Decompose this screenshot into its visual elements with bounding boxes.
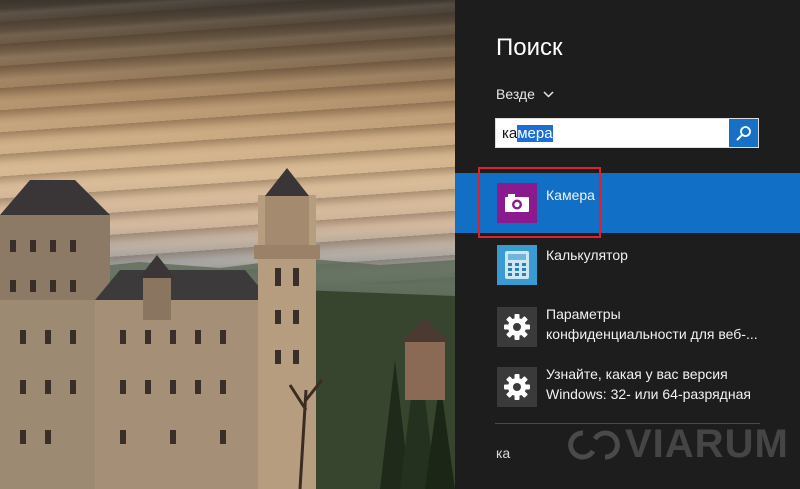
search-panel-title: Поиск: [496, 34, 563, 61]
result-label-line2: Windows: 32- или 64-разрядная: [546, 386, 751, 402]
camera-app-tile: [497, 183, 537, 223]
search-scope-dropdown[interactable]: Везде: [496, 86, 554, 102]
calculator-app-tile: [497, 245, 537, 285]
search-charm-panel: Поиск Везде камера Камера Калькулятор Па…: [455, 0, 800, 489]
settings-tile: [497, 307, 537, 347]
settings-tile: [497, 367, 537, 407]
result-label-line1: Параметры: [546, 306, 621, 322]
result-label: Узнайте, какая у вас версия Windows: 32-…: [546, 364, 751, 404]
search-button[interactable]: [729, 119, 758, 147]
search-icon: [736, 126, 751, 141]
search-result-camera[interactable]: Камера: [455, 173, 800, 233]
result-label-line2: конфиденциальности для веб-...: [546, 326, 758, 342]
results-divider: [495, 423, 760, 424]
search-input[interactable]: камера: [502, 124, 553, 144]
search-result-privacy-settings[interactable]: Параметры конфиденциальности для веб-...: [455, 297, 800, 357]
search-suggestion[interactable]: ка: [496, 445, 510, 461]
chevron-down-icon: [543, 90, 554, 98]
camera-icon: [505, 194, 529, 212]
search-scope-label: Везде: [496, 86, 535, 102]
result-label: Калькулятор: [546, 247, 628, 263]
search-autocomplete-selection: мера: [517, 125, 553, 142]
result-label-line1: Узнайте, какая у вас версия: [546, 366, 728, 382]
calculator-icon: [505, 251, 529, 279]
gear-icon: [504, 314, 530, 340]
gear-icon: [504, 374, 530, 400]
castle-illustration: [0, 168, 455, 489]
search-box[interactable]: камера: [495, 118, 759, 148]
result-label: Параметры конфиденциальности для веб-...: [546, 304, 758, 344]
search-result-windows-version[interactable]: Узнайте, какая у вас версия Windows: 32-…: [455, 357, 800, 417]
search-typed-text: ка: [502, 125, 518, 142]
desktop-wallpaper: [0, 0, 455, 489]
result-label: Камера: [546, 187, 595, 203]
search-result-calculator[interactable]: Калькулятор: [455, 235, 800, 295]
